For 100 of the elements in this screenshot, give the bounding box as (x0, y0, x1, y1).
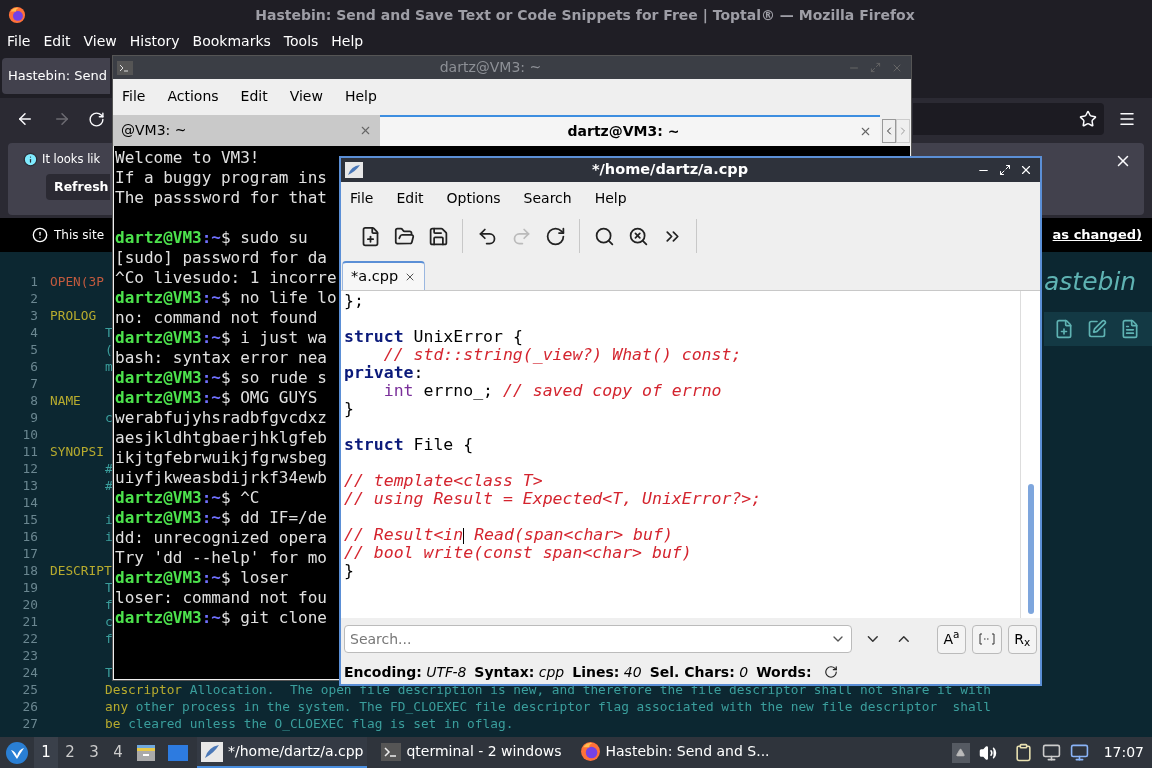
terminal-tab[interactable]: @VM3: ~ (113, 115, 380, 146)
menu-item[interactable]: View (289, 85, 323, 107)
menu-item[interactable]: File (350, 187, 374, 209)
browser-tab[interactable]: Hastebin: Send (2, 57, 110, 94)
hastebin-line: PROLOG (50, 307, 97, 324)
menu-item[interactable]: Bookmarks (192, 31, 271, 52)
menu-item[interactable]: File (122, 85, 146, 107)
workspace-button[interactable]: 4 (106, 737, 130, 768)
menu-item[interactable]: Tools (283, 31, 319, 52)
line-number: 10 (21, 426, 38, 443)
hastebin-line: # (105, 477, 113, 494)
line-number: 16 (21, 528, 38, 545)
menu-item[interactable]: Actions (167, 85, 219, 107)
status-item: Lines: 40 (572, 662, 642, 682)
close-icon[interactable] (1019, 163, 1033, 177)
maximize-icon[interactable] (999, 164, 1011, 176)
line-number: 4 (29, 324, 38, 341)
terminal-line: dartz@VM3:~$ so rude s (115, 368, 327, 388)
workspace-button[interactable]: 3 (82, 737, 106, 768)
taskbar-button[interactable]: Hastebin: Send and S... (575, 737, 774, 768)
url-field[interactable] (913, 103, 1104, 135)
scroll-left-icon[interactable] (882, 118, 896, 143)
line-number: 5 (29, 341, 38, 358)
refresh-icon[interactable] (823, 665, 838, 679)
status-item: Sel. Chars: 0 (649, 662, 749, 682)
open-folder-icon[interactable] (393, 225, 415, 247)
menu-item[interactable]: Edit (43, 31, 71, 52)
menu-item[interactable]: Options (446, 187, 501, 209)
feather-icon (201, 741, 223, 762)
line-number: 19 (21, 579, 38, 596)
terminal-line: no: command not found (115, 308, 318, 328)
search-field[interactable]: Search... (344, 625, 852, 653)
code-line: private: (344, 364, 424, 382)
star-icon[interactable] (1079, 110, 1097, 128)
menu-item[interactable]: Edit (240, 85, 268, 107)
file-tab[interactable]: *a.cpp (342, 261, 426, 290)
window-title: Hastebin: Send and Save Text or Code Snippets for Free | Toptal® — Mozilla Firefox (254, 5, 916, 26)
search-icon[interactable] (593, 225, 615, 247)
terminal-line: werabfujyhsradbfgvcdxz (115, 408, 327, 428)
clear-search-icon[interactable] (627, 225, 649, 247)
terminal-line: dd: unrecognized opera (115, 528, 327, 548)
reload-icon[interactable] (88, 110, 105, 128)
line-number: 11 (21, 443, 38, 460)
code-line: int errno_; // saved copy of errno (383, 382, 722, 400)
menu-item[interactable]: Help (331, 31, 364, 52)
hastebin-line: i (105, 511, 113, 528)
menu-item[interactable]: File (7, 31, 31, 52)
menu-item[interactable]: View (83, 31, 117, 52)
menu-icon[interactable] (1118, 110, 1136, 128)
status-item: Syntax: cpp (474, 662, 565, 682)
line-number: 14 (21, 494, 38, 511)
menu-item[interactable]: Help (344, 85, 377, 107)
terminal-line: dartz@VM3:~$ OMG GUYS (115, 388, 318, 408)
terminal-tab[interactable]: dartz@VM3: ~ (380, 115, 880, 146)
volume-icon[interactable] (978, 743, 997, 762)
file-cabinet-icon[interactable] (136, 743, 156, 762)
line-number: 13 (21, 477, 38, 494)
terminal-line: ^Co livesudo: 1 incorre (115, 268, 337, 288)
warning-link[interactable]: as changed) (1052, 225, 1142, 245)
search-option-button[interactable] (972, 624, 1002, 654)
terminal-line: loser: command not fou (115, 588, 327, 608)
firefox-logo-icon (8, 6, 26, 24)
scrollbar-thumb[interactable] (1027, 484, 1034, 614)
line-number: 18 (21, 562, 38, 579)
menu-item[interactable]: Help (594, 187, 627, 209)
menu-item[interactable]: Edit (396, 187, 424, 209)
line-number: 2 (29, 290, 38, 307)
terminal-line: aesjkldhtgbaerjhklgfeb (115, 428, 327, 448)
save-icon[interactable] (427, 225, 449, 247)
code-line: struct File { (344, 436, 474, 454)
terminal-line: bash: syntax error nea (115, 348, 327, 368)
terminal-line: uiyfjkweasbdijrkf34ewb (115, 468, 327, 488)
hastebin-line: T (105, 579, 113, 596)
hastebin-line: # (105, 460, 113, 477)
line-number: 1 (29, 273, 38, 290)
forward-icon[interactable] (53, 110, 71, 128)
window-title: dartz@VM3: ~ (438, 58, 543, 77)
search-option-button[interactable]: R$_{x}$ (1007, 624, 1037, 654)
clipboard-icon[interactable] (1013, 743, 1033, 762)
terminal-line: dartz@VM3:~$ i just wa (115, 328, 327, 348)
workspace-button[interactable]: 2 (58, 737, 82, 768)
search-option-button[interactable]: A$^{a}$ (936, 624, 967, 654)
refresh-button[interactable]: Refresh (46, 174, 110, 201)
terminal-line: dartz@VM3:~$ git clone (115, 608, 327, 628)
edit-icon[interactable] (1087, 319, 1107, 339)
status-item: Encoding: UTF-8 (344, 662, 467, 682)
menu-item[interactable]: History (129, 31, 180, 52)
workspace-button[interactable]: 1 (34, 737, 58, 768)
code-line: // std::string(_view?) What() const; (383, 346, 742, 364)
hastebin-line: SYNOPSI (50, 443, 104, 460)
taskbar-button[interactable]: qterminal - 2 windows (377, 737, 566, 768)
hastebin-line: f (105, 630, 113, 647)
file-icon[interactable] (1120, 319, 1140, 339)
taskbar-button[interactable]: */home/dartz/a.cpp (197, 737, 368, 768)
warning-icon (32, 227, 48, 243)
menu-item[interactable]: Search (523, 187, 572, 209)
reload-icon[interactable] (544, 225, 566, 247)
back-icon[interactable] (16, 110, 34, 128)
desktop-icon[interactable] (168, 744, 188, 761)
terminal-line: Try 'dd --help' for mo (115, 548, 327, 568)
